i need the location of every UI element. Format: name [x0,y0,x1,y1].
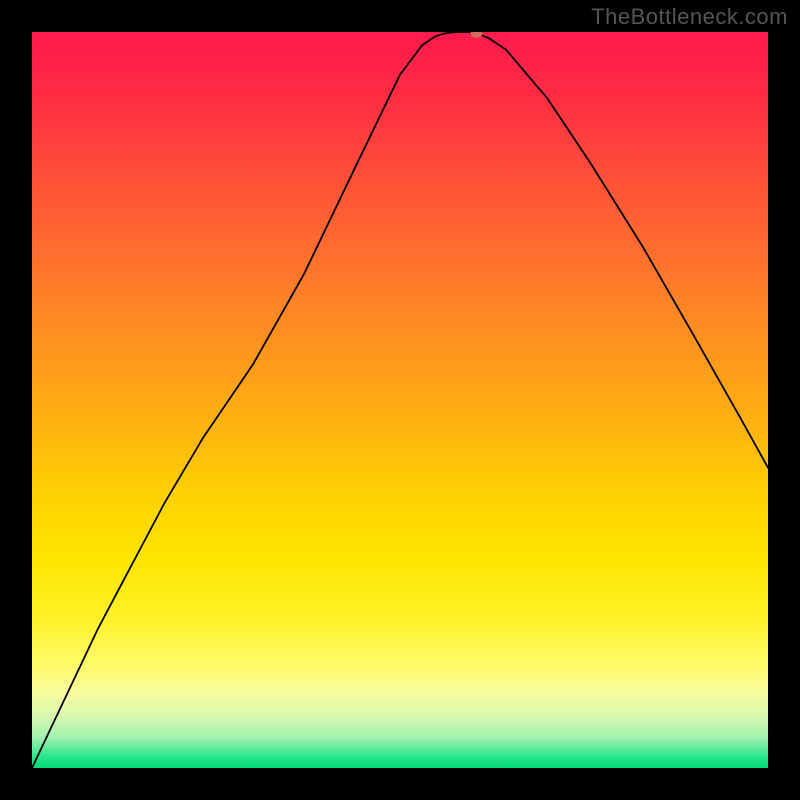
optimal-point-marker [471,32,483,38]
bottleneck-curve [32,32,768,768]
curve-svg [32,32,768,768]
plot-area [32,32,768,768]
watermark-text: TheBottleneck.com [591,4,788,30]
